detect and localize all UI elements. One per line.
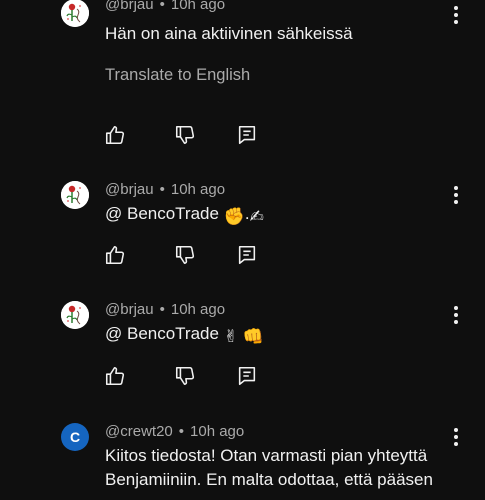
like-icon — [104, 244, 126, 266]
more-options-button[interactable] — [449, 304, 463, 326]
raised-fist-emoji: ✊ — [223, 207, 245, 226]
more-options-button[interactable] — [449, 184, 463, 206]
author-handle[interactable]: @brjau — [105, 301, 154, 318]
like-icon — [104, 365, 126, 387]
comment-time[interactable]: 10h ago — [171, 0, 225, 13]
oncoming-fist-emoji: 👊 — [242, 327, 264, 346]
like-icon — [104, 124, 126, 146]
comment-text-line-1: Kiitos tiedosta! Otan varmasti pian yhte… — [105, 446, 428, 465]
comment-meta: @brjau • 10h ago — [105, 301, 225, 318]
dislike-button[interactable] — [174, 244, 196, 266]
like-button[interactable] — [104, 365, 126, 387]
avatar-image — [61, 301, 89, 329]
mention[interactable]: @ BencoTrade — [105, 324, 219, 343]
more-vert-icon — [449, 304, 463, 326]
more-vert-icon — [449, 4, 463, 26]
dislike-icon — [174, 365, 196, 387]
avatar-image — [61, 0, 89, 27]
comment-time[interactable]: 10h ago — [171, 181, 225, 198]
avatar-image — [61, 181, 89, 209]
dislike-button[interactable] — [174, 365, 196, 387]
comment-time[interactable]: 10h ago — [190, 423, 244, 440]
comment-text: Hän on aina aktiivinen sähkeissä — [105, 24, 353, 43]
author-handle[interactable]: @crewt20 — [105, 423, 173, 440]
meta-separator: • — [159, 301, 165, 318]
comment-meta: @brjau • 10h ago — [105, 0, 225, 13]
comment-text: @ BencoTrade ✌ 👊 — [105, 322, 264, 349]
avatar[interactable] — [61, 181, 89, 209]
author-handle[interactable]: @brjau — [105, 0, 154, 13]
dislike-button[interactable] — [174, 124, 196, 146]
author-handle[interactable]: @brjau — [105, 181, 154, 198]
comment-meta: @crewt20 • 10h ago — [105, 423, 244, 440]
avatar[interactable] — [61, 301, 89, 329]
reply-icon — [236, 244, 258, 266]
mention[interactable]: @ BencoTrade — [105, 204, 219, 223]
comment-text-line-2: Benjamiiniin. En malta odottaa, että pää… — [105, 470, 433, 489]
more-options-button[interactable] — [449, 426, 463, 448]
reply-icon — [236, 124, 258, 146]
victory-hand-emoji: ✌ — [223, 327, 238, 346]
comment-meta: @brjau • 10h ago — [105, 181, 225, 198]
meta-separator: • — [159, 181, 165, 198]
more-options-button[interactable] — [449, 4, 463, 26]
avatar[interactable] — [61, 0, 89, 27]
reply-button[interactable] — [236, 244, 258, 266]
more-vert-icon — [449, 426, 463, 448]
translate-link[interactable]: Translate to English — [105, 66, 250, 85]
dislike-icon — [174, 244, 196, 266]
avatar[interactable]: C — [61, 423, 89, 451]
comment-text: @ BencoTrade ✊.✍ — [105, 202, 264, 229]
meta-separator: • — [178, 423, 185, 440]
like-button[interactable] — [104, 244, 126, 266]
reply-button[interactable] — [236, 124, 258, 146]
writing-hand-emoji: ✍ — [249, 207, 264, 226]
reply-icon — [236, 365, 258, 387]
comment-time[interactable]: 10h ago — [171, 301, 225, 318]
reply-button[interactable] — [236, 365, 258, 387]
more-vert-icon — [449, 184, 463, 206]
meta-separator: • — [159, 0, 165, 13]
like-button[interactable] — [104, 124, 126, 146]
dislike-icon — [174, 124, 196, 146]
